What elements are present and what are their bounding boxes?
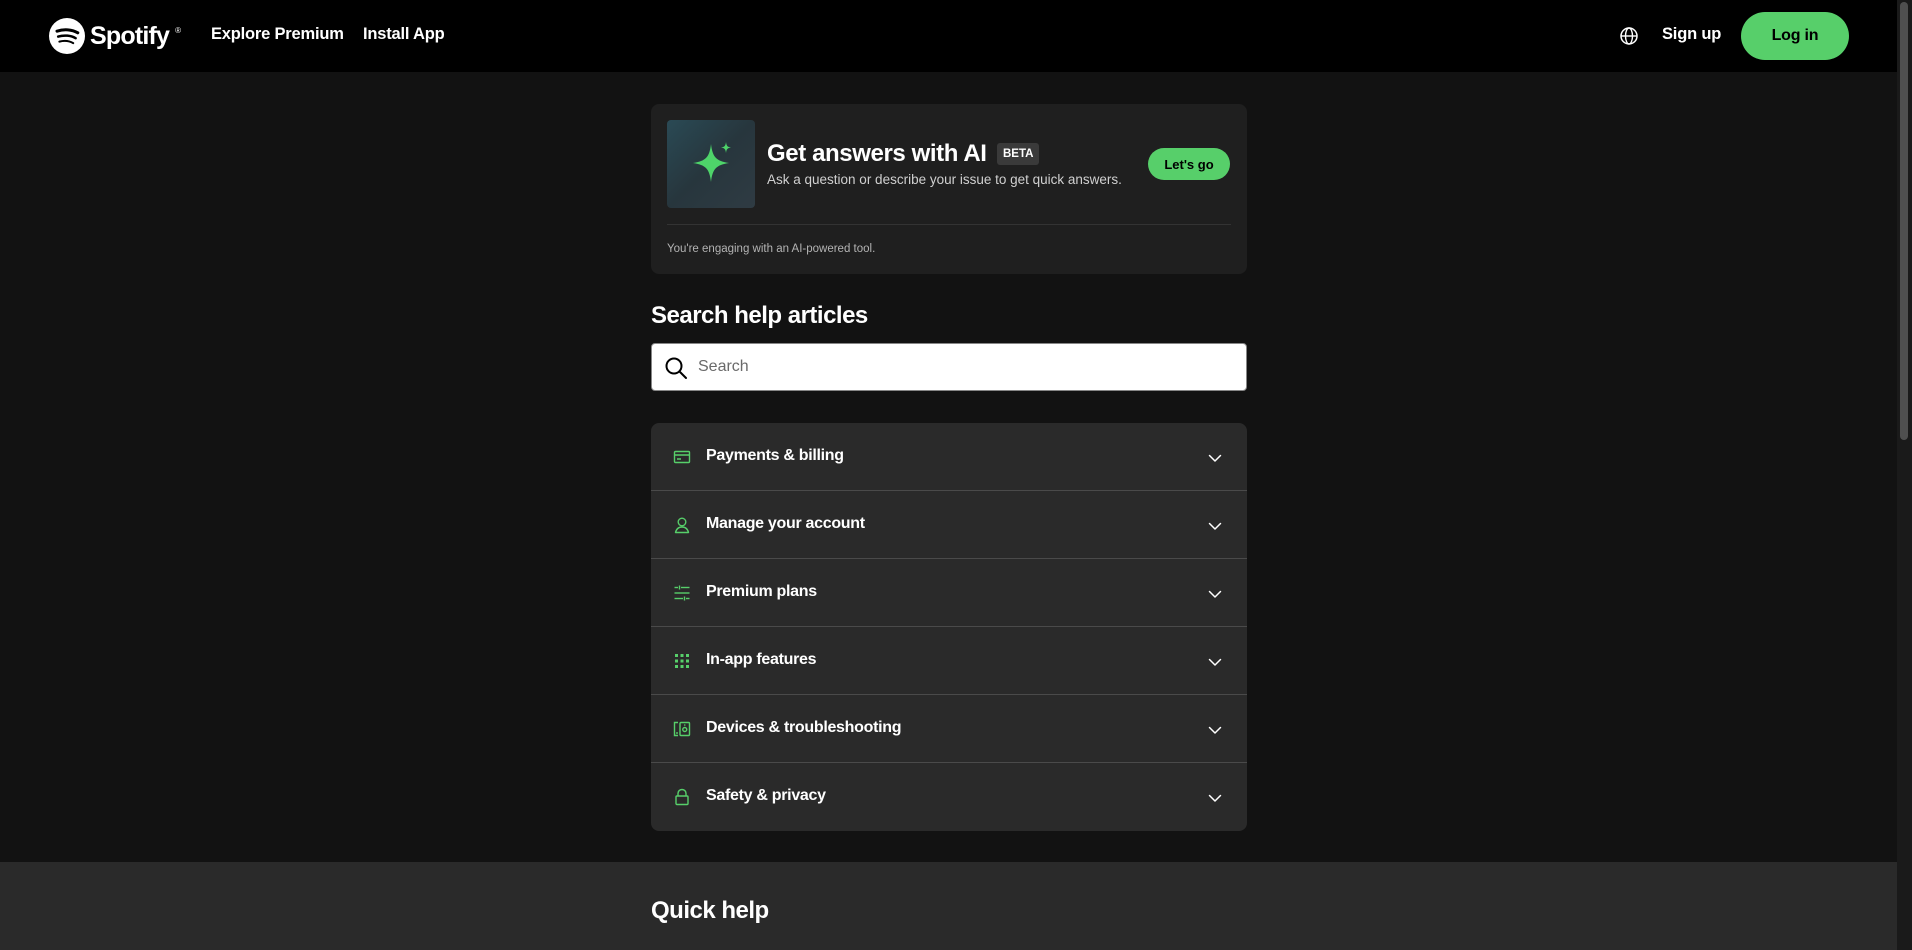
sparkle-icon <box>693 142 731 182</box>
category-label: Premium plans <box>706 583 817 600</box>
category-safety-privacy[interactable]: Safety & privacy <box>651 763 1247 831</box>
logo-wordmark: Spotify <box>90 21 170 50</box>
top-navigation-bar: Spotify ® Explore Premium Install App Si… <box>0 0 1897 72</box>
quick-help-heading: Quick help <box>651 897 769 924</box>
credit-card-icon <box>673 450 691 464</box>
divider <box>667 224 1231 225</box>
ai-thumbnail <box>667 120 755 208</box>
category-label: Devices & troubleshooting <box>706 719 902 736</box>
user-icon <box>674 517 690 534</box>
log-in-button[interactable]: Log in <box>1741 12 1849 60</box>
ai-card-subtitle: Ask a question or describe your issue to… <box>767 172 1122 187</box>
category-label: Payments & billing <box>706 447 844 464</box>
sign-up-link[interactable]: Sign up <box>1662 25 1721 44</box>
lets-go-button[interactable]: Let's go <box>1148 148 1230 180</box>
help-page: Spotify ® Explore Premium Install App Si… <box>0 0 1912 950</box>
list-settings-icon <box>674 585 690 601</box>
chevron-down-icon <box>1208 590 1222 598</box>
category-label: Safety & privacy <box>706 787 826 804</box>
category-devices-troubleshooting[interactable]: Devices & troubleshooting <box>651 695 1247 763</box>
ai-answers-card: Get answers with AI BETA Ask a question … <box>651 104 1247 274</box>
category-in-app-features[interactable]: In-app features <box>651 627 1247 695</box>
spotify-logo[interactable]: Spotify ® <box>49 18 181 54</box>
chevron-down-icon <box>1208 794 1222 802</box>
chevron-down-icon <box>1208 658 1222 666</box>
ai-disclaimer: You're engaging with an AI-powered tool. <box>667 243 876 255</box>
lock-icon <box>675 788 689 806</box>
nav-explore-premium[interactable]: Explore Premium <box>211 25 344 44</box>
grid-icon <box>675 654 689 668</box>
category-label: Manage your account <box>706 515 865 532</box>
category-manage-account[interactable]: Manage your account <box>651 491 1247 559</box>
chevron-down-icon <box>1208 726 1222 734</box>
scrollbar-thumb[interactable] <box>1900 2 1908 440</box>
search-heading: Search help articles <box>651 302 868 329</box>
nav-install-app[interactable]: Install App <box>363 25 445 44</box>
quick-help-section: Quick help <box>0 862 1897 950</box>
chevron-down-icon <box>1208 522 1222 530</box>
spotify-logo-icon <box>49 18 85 54</box>
devices-icon <box>673 721 691 737</box>
help-categories: Payments & billing Manage your account P… <box>651 423 1247 831</box>
ai-card-title: Get answers with AI <box>767 140 987 167</box>
chevron-down-icon <box>1208 454 1222 462</box>
category-premium-plans[interactable]: Premium plans <box>651 559 1247 627</box>
category-payments-billing[interactable]: Payments & billing <box>651 423 1247 491</box>
beta-badge: BETA <box>997 143 1040 165</box>
logo-registered-mark: ® <box>175 26 182 35</box>
search-icon <box>665 357 687 379</box>
globe-icon[interactable] <box>1619 26 1639 46</box>
search-box[interactable] <box>651 343 1247 391</box>
category-label: In-app features <box>706 651 817 668</box>
search-input[interactable] <box>698 344 1238 390</box>
